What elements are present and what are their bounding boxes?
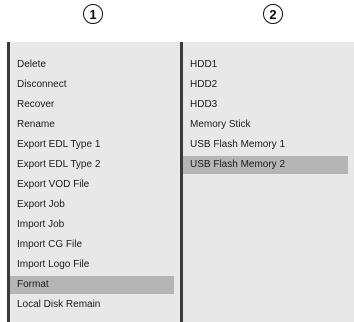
menu-item-local-disk-remain[interactable]: Local Disk Remain	[10, 296, 180, 314]
menu-item-recover[interactable]: Recover	[10, 96, 180, 114]
menu-item-export-job[interactable]: Export Job	[10, 196, 180, 214]
menu-item-disconnect[interactable]: Disconnect	[10, 76, 180, 94]
menu-item-format[interactable]: Format	[10, 276, 174, 294]
menu-item-export-edl-type-1[interactable]: Export EDL Type 1	[10, 136, 180, 154]
menu-item-import-logo-file[interactable]: Import Logo File	[10, 256, 180, 274]
device-item-hdd1[interactable]: HDD1	[183, 56, 354, 74]
menu-item-delete[interactable]: Delete	[10, 56, 180, 74]
operation-menu-panel: Delete Disconnect Recover Rename Export …	[7, 42, 180, 322]
menu-item-export-edl-type-2[interactable]: Export EDL Type 2	[10, 156, 180, 174]
device-item-usb-flash-memory-1[interactable]: USB Flash Memory 1	[183, 136, 354, 154]
step-1-marker: 1	[83, 4, 103, 24]
device-item-usb-flash-memory-2[interactable]: USB Flash Memory 2	[183, 156, 348, 174]
step-2-marker: 2	[263, 4, 283, 24]
menu-item-import-job[interactable]: Import Job	[10, 216, 180, 234]
menu-item-export-vod-file[interactable]: Export VOD File	[10, 176, 180, 194]
device-menu-list: HDD1 HDD2 HDD3 Memory Stick USB Flash Me…	[183, 42, 354, 174]
menu-item-rename[interactable]: Rename	[10, 116, 180, 134]
device-item-hdd2[interactable]: HDD2	[183, 76, 354, 94]
device-item-memory-stick[interactable]: Memory Stick	[183, 116, 354, 134]
menu-item-import-cg-file[interactable]: Import CG File	[10, 236, 180, 254]
device-item-hdd3[interactable]: HDD3	[183, 96, 354, 114]
device-menu-panel: HDD1 HDD2 HDD3 Memory Stick USB Flash Me…	[180, 42, 354, 322]
operation-menu-list: Delete Disconnect Recover Rename Export …	[10, 42, 180, 314]
